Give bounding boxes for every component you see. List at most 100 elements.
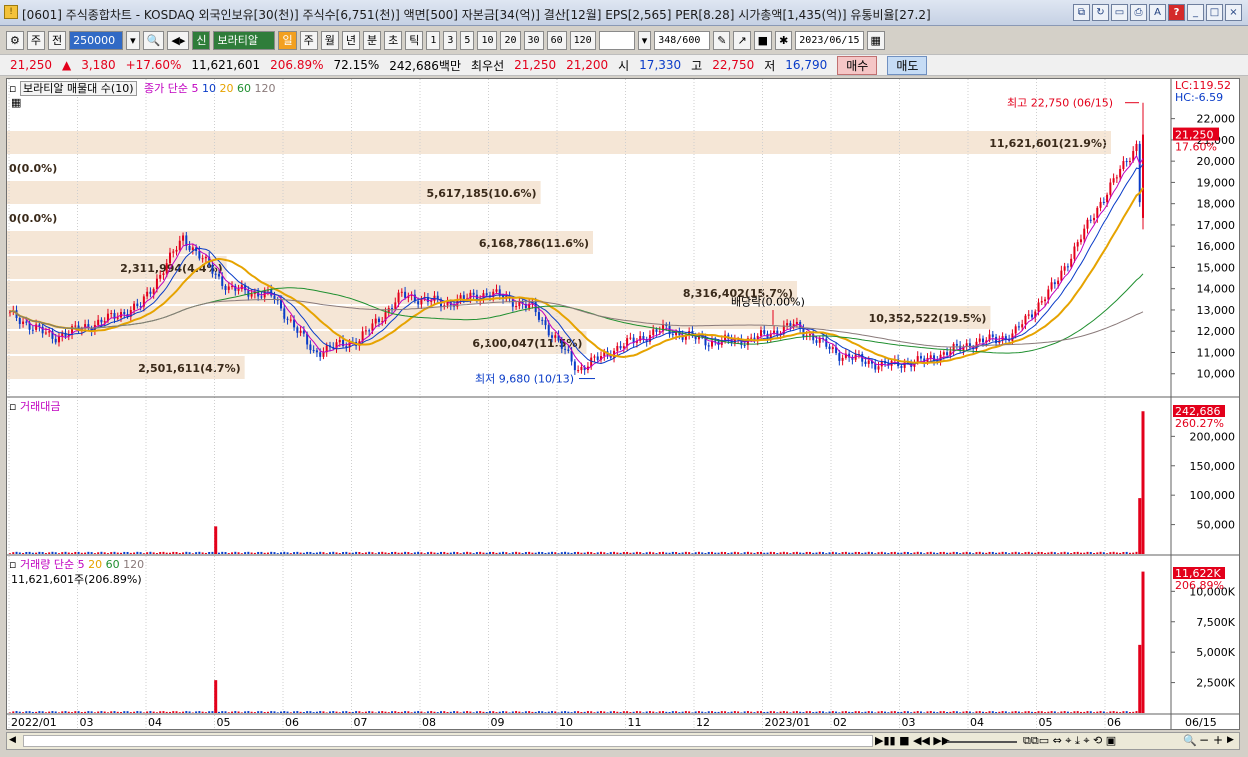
volume-bar bbox=[707, 711, 710, 713]
save-icon[interactable]: ■ bbox=[753, 30, 773, 50]
candle-body bbox=[394, 302, 397, 309]
zoom-in-icon[interactable]: + bbox=[1213, 733, 1223, 747]
amount-bar bbox=[619, 552, 622, 554]
amount-bar bbox=[348, 552, 351, 554]
volume-bar bbox=[714, 711, 717, 713]
volume-ma-120: 120 bbox=[123, 558, 145, 571]
stock-code-input[interactable]: 250000 bbox=[69, 30, 124, 50]
amount-bar bbox=[31, 552, 34, 554]
candle-body bbox=[302, 330, 305, 334]
legend-toggle-icon[interactable]: ▫ bbox=[9, 558, 16, 571]
volume: 11,621,601 bbox=[191, 58, 261, 72]
window-font-icon[interactable]: A bbox=[1149, 4, 1166, 21]
tab-period-2[interactable]: 월 bbox=[320, 30, 339, 50]
count-input[interactable]: 348/600 bbox=[654, 30, 711, 50]
interval-5[interactable]: 30 bbox=[523, 30, 544, 50]
zoom-out-icon[interactable]: − bbox=[1199, 733, 1209, 747]
window-controls: ⧉ ↻ ▭ ⎙ A ? _ □ × bbox=[1073, 4, 1242, 21]
tool-settings-icon[interactable]: ⚙ bbox=[6, 30, 24, 50]
volume-bar bbox=[893, 711, 896, 713]
candle-body bbox=[162, 273, 165, 275]
volume-bar bbox=[818, 711, 821, 713]
close-button[interactable]: × bbox=[1225, 4, 1242, 21]
tab-period-0[interactable]: 일 bbox=[278, 30, 297, 50]
candle-body bbox=[48, 331, 51, 333]
amount-bar bbox=[662, 551, 665, 554]
interval-4[interactable]: 20 bbox=[500, 30, 521, 50]
amount-bar bbox=[946, 552, 949, 554]
price-change-pct: +17.60% bbox=[125, 58, 182, 72]
volume-bar bbox=[759, 711, 762, 713]
amount-bar bbox=[861, 552, 864, 554]
speaker-icon[interactable]: ◀▸ bbox=[167, 30, 190, 50]
chart-area[interactable]: 11,621,601(21.9%) 0(0.0%) 5,617,185(10.6%)… bbox=[6, 78, 1240, 730]
interval-0[interactable]: 1 bbox=[426, 30, 441, 50]
candle-body bbox=[178, 240, 181, 250]
window-refresh-icon[interactable]: ↻ bbox=[1092, 4, 1109, 21]
period-unit-select[interactable]: 주 bbox=[26, 30, 45, 50]
candle-body bbox=[22, 321, 25, 324]
amount-bar bbox=[1086, 551, 1089, 554]
code-dropdown-icon[interactable]: ▾ bbox=[126, 30, 140, 50]
scroll-thumb[interactable] bbox=[23, 735, 873, 747]
search-icon[interactable]: 🔍 bbox=[142, 30, 165, 50]
amount-bar bbox=[217, 552, 220, 554]
indicator-icon[interactable]: ↗ bbox=[733, 30, 751, 50]
candle-body bbox=[1112, 178, 1115, 183]
draw-tool-icon[interactable]: ✎ bbox=[713, 30, 731, 50]
config-icon[interactable]: ✱ bbox=[775, 30, 793, 50]
playback-controls[interactable]: ▶▮▮ ■ ◀◀ ▶▶ bbox=[875, 734, 950, 747]
legend-toggle-icon[interactable]: ▫ bbox=[9, 82, 16, 95]
tab-period-3[interactable]: 년 bbox=[341, 30, 360, 50]
interval-3[interactable]: 10 bbox=[477, 30, 498, 50]
help-icon[interactable]: ? bbox=[1168, 4, 1185, 21]
tab-period-1[interactable]: 주 bbox=[299, 30, 318, 50]
amount-bar bbox=[162, 551, 165, 554]
zoom-icon[interactable]: 🔍 bbox=[1183, 734, 1197, 747]
ma-legend-60: 60 bbox=[237, 82, 251, 95]
candle-body bbox=[374, 318, 377, 324]
interval-6[interactable]: 60 bbox=[546, 30, 567, 50]
tool-icons[interactable]: ⧉⧉▭ ⇔ ⌖ ⤓ ⌖ ⟲ ▣ bbox=[1023, 734, 1116, 748]
tab-period-5[interactable]: 초 bbox=[384, 30, 403, 50]
prev-button[interactable]: 전 bbox=[48, 30, 67, 50]
volume-bar bbox=[1141, 571, 1145, 713]
candle-body bbox=[573, 361, 576, 371]
amount-bar bbox=[831, 551, 834, 554]
interval-7[interactable]: 120 bbox=[569, 30, 596, 50]
window-layout-icon[interactable]: ▭ bbox=[1111, 4, 1128, 21]
price-tick-label: 14,000 bbox=[1197, 283, 1236, 296]
date-input[interactable]: 2023/06/15 bbox=[795, 30, 864, 50]
chart-scrollbar[interactable]: ◀ ▶▮▮ ■ ◀◀ ▶▶ ⧉⧉▭ ⇔ ⌖ ⤓ ⌖ ⟲ ▣ 🔍 − + ▶ bbox=[6, 732, 1240, 750]
maximize-button[interactable]: □ bbox=[1206, 4, 1223, 21]
scroll-right-icon[interactable]: ▶ bbox=[1227, 735, 1234, 745]
interval-2[interactable]: 5 bbox=[460, 30, 475, 50]
chart-svg[interactable]: 11,621,601(21.9%) 0(0.0%) 5,617,185(10.6%)… bbox=[7, 79, 1239, 729]
zoom-slider[interactable] bbox=[947, 741, 1017, 743]
minimize-button[interactable]: _ bbox=[1187, 4, 1204, 21]
tab-period-4[interactable]: 분 bbox=[362, 30, 382, 50]
volume-bar bbox=[25, 711, 28, 713]
amount-bar bbox=[537, 551, 540, 554]
volume-series bbox=[9, 571, 1145, 713]
candle-body bbox=[808, 334, 811, 336]
volume-bar bbox=[466, 711, 469, 713]
legend-toggle-icon[interactable]: ▫ bbox=[9, 400, 16, 413]
interval-1[interactable]: 3 bbox=[443, 30, 458, 50]
custom-interval-input[interactable] bbox=[598, 30, 635, 50]
window-link-icon[interactable]: ⧉ bbox=[1073, 4, 1090, 21]
candle-body bbox=[172, 251, 175, 253]
scroll-left-icon[interactable]: ◀ bbox=[9, 735, 21, 747]
buy-button[interactable]: 매수 bbox=[837, 55, 878, 75]
price-legend: ▫ 보라티알 매물대 수(10) 종가 단순 5 10 20 60 120 bbox=[9, 80, 276, 96]
sell-button[interactable]: 매도 bbox=[887, 55, 928, 75]
amount-bar bbox=[1122, 551, 1125, 554]
custom-interval-dropdown-icon[interactable]: ▾ bbox=[637, 30, 652, 50]
calendar-icon[interactable]: ▦ bbox=[866, 30, 885, 50]
candle-body bbox=[97, 319, 100, 325]
tab-period-6[interactable]: 틱 bbox=[405, 30, 424, 50]
window-print-icon[interactable]: ⎙ bbox=[1130, 4, 1147, 21]
amount-bar bbox=[1060, 552, 1063, 554]
table-icon[interactable]: ▦ bbox=[11, 96, 21, 109]
volume-bar bbox=[319, 711, 322, 713]
